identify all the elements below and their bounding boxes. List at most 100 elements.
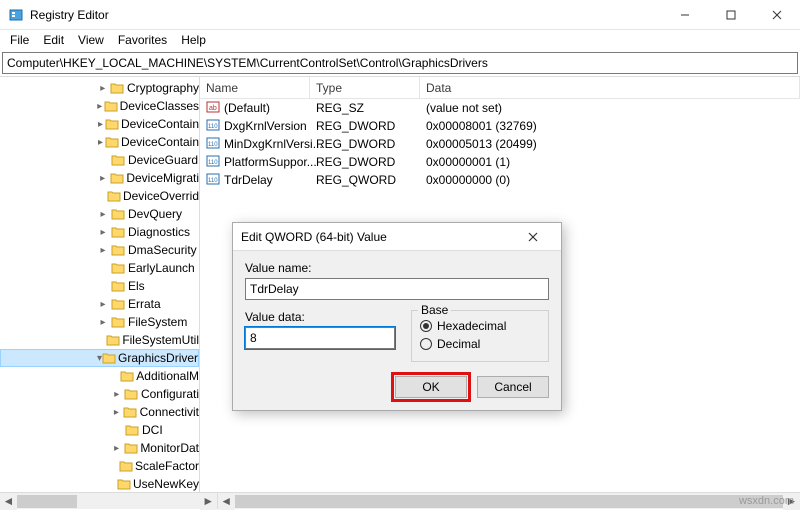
- value-row[interactable]: 110TdrDelayREG_QWORD0x00000000 (0): [200, 171, 800, 189]
- dialog-close-button[interactable]: [513, 223, 553, 251]
- expander-icon[interactable]: ▸: [96, 299, 110, 310]
- radio-hexadecimal[interactable]: Hexadecimal: [420, 317, 540, 335]
- folder-icon: [119, 459, 133, 473]
- tree-item[interactable]: ▸FileSystem: [0, 313, 199, 331]
- tree-item[interactable]: ScaleFactor: [0, 457, 199, 475]
- value-name: (Default): [224, 101, 270, 115]
- expander-icon[interactable]: ▸: [96, 209, 110, 220]
- menu-help[interactable]: Help: [175, 31, 212, 49]
- minimize-button[interactable]: [662, 0, 708, 30]
- expander-icon[interactable]: ▸: [96, 101, 104, 112]
- value-icon: 110: [206, 154, 220, 171]
- scroll-left-arrow-2[interactable]: ◄: [218, 493, 235, 510]
- ok-button[interactable]: OK: [395, 376, 467, 398]
- value-data: 0x00008001 (32769): [420, 119, 800, 133]
- value-row[interactable]: 110MinDxgKrnlVersi...REG_DWORD0x00005013…: [200, 135, 800, 153]
- radio-decimal[interactable]: Decimal: [420, 335, 540, 353]
- tree-item[interactable]: ▸ Errata: [0, 295, 199, 313]
- value-type: REG_QWORD: [310, 173, 420, 187]
- folder-icon: [110, 315, 126, 329]
- menu-favorites[interactable]: Favorites: [112, 31, 173, 49]
- scroll-right-arrow[interactable]: ►: [200, 493, 217, 510]
- tree-item-label: DeviceClasses: [120, 99, 199, 113]
- tree-item-label: ScaleFactor: [135, 459, 199, 473]
- tree-item-label: Diagnostics: [128, 225, 190, 239]
- tree-item[interactable]: AdditionalM: [0, 367, 199, 385]
- value-row[interactable]: ab(Default)REG_SZ(value not set): [200, 99, 800, 117]
- tree-pane[interactable]: ▸Cryptography▸DeviceClasses▸DeviceContai…: [0, 77, 200, 492]
- value-data: 0x00005013 (20499): [420, 137, 800, 151]
- expander-icon[interactable]: ▸: [110, 443, 123, 454]
- expander-icon[interactable]: ▸: [96, 137, 105, 148]
- radio-icon: [420, 320, 432, 332]
- tree-item-label: DeviceContain: [121, 135, 199, 149]
- tree-item[interactable]: FileSystemUtil: [0, 331, 199, 349]
- maximize-button[interactable]: [708, 0, 754, 30]
- tree-item[interactable]: ▸ Diagnostics: [0, 223, 199, 241]
- svg-text:ab: ab: [209, 105, 217, 112]
- expander-icon[interactable]: ▸: [96, 83, 110, 94]
- tree-item[interactable]: ▸ DeviceContain: [0, 133, 199, 151]
- address-bar[interactable]: Computer\HKEY_LOCAL_MACHINE\SYSTEM\Curre…: [2, 52, 798, 74]
- tree-item-label: DeviceOverrid: [123, 189, 199, 203]
- tree-item-label: Configurati: [141, 387, 199, 401]
- expander-icon[interactable]: ▸: [96, 317, 110, 328]
- tree-item[interactable]: ▸ MonitorDat: [0, 439, 199, 457]
- expander-icon[interactable]: ▸: [110, 407, 123, 418]
- cancel-button[interactable]: Cancel: [477, 376, 549, 398]
- horizontal-scrollbar[interactable]: ◄ ► ◄ ►: [0, 492, 800, 509]
- folder-icon: [110, 81, 125, 95]
- window-title: Registry Editor: [30, 8, 662, 22]
- folder-icon: [109, 171, 124, 185]
- app-icon: [8, 7, 24, 23]
- tree-item-label: Els: [128, 279, 145, 293]
- col-type-header[interactable]: Type: [310, 77, 420, 98]
- tree-item[interactable]: UseNewKey: [0, 475, 199, 492]
- tree-item[interactable]: ▾GraphicsDriver: [0, 349, 199, 367]
- expander-icon[interactable]: ▸: [96, 227, 110, 238]
- tree-item-label: Errata: [128, 297, 161, 311]
- tree-item-label: DevQuery: [128, 207, 182, 221]
- tree-item-label: FileSystemUtil: [122, 333, 199, 347]
- value-row[interactable]: 110DxgKrnlVersionREG_DWORD0x00008001 (32…: [200, 117, 800, 135]
- tree-item-label: AdditionalM: [136, 369, 199, 383]
- tree-item[interactable]: ▸ Configurati: [0, 385, 199, 403]
- tree-item-label: EarlyLaunch: [128, 261, 195, 275]
- value-row[interactable]: 110PlatformSuppor...REG_DWORD0x00000001 …: [200, 153, 800, 171]
- tree-item[interactable]: ▸ Connectivit: [0, 403, 199, 421]
- menu-edit[interactable]: Edit: [37, 31, 70, 49]
- menu-view[interactable]: View: [72, 31, 110, 49]
- tree-item-label: Cryptography: [127, 81, 199, 95]
- tree-item[interactable]: EarlyLaunch: [0, 259, 199, 277]
- tree-item[interactable]: ▸DeviceMigrati: [0, 169, 199, 187]
- tree-item[interactable]: DeviceGuard: [0, 151, 199, 169]
- value-name: MinDxgKrnlVersi...: [224, 137, 323, 151]
- tree-item-label: Connectivit: [140, 405, 199, 419]
- value-name-input[interactable]: [245, 278, 549, 300]
- value-icon: 110: [206, 172, 220, 189]
- value-data-input[interactable]: [245, 327, 395, 349]
- scroll-left-arrow[interactable]: ◄: [0, 493, 17, 510]
- value-name: TdrDelay: [224, 173, 273, 187]
- col-data-header[interactable]: Data: [420, 77, 800, 98]
- tree-item-label: MonitorDat: [140, 441, 199, 455]
- tree-item[interactable]: ▸ Cryptography: [0, 79, 199, 97]
- expander-icon[interactable]: ▸: [110, 389, 124, 400]
- expander-icon[interactable]: ▸: [96, 245, 110, 256]
- menubar: File Edit View Favorites Help: [0, 30, 800, 50]
- tree-item[interactable]: DCI: [0, 421, 199, 439]
- expander-icon[interactable]: ▸: [96, 173, 109, 184]
- close-button[interactable]: [754, 0, 800, 30]
- base-fieldset: Base Hexadecimal Decimal: [411, 310, 549, 362]
- tree-item[interactable]: Els: [0, 277, 199, 295]
- list-header: Name Type Data: [200, 77, 800, 99]
- tree-item[interactable]: ▸DeviceContain: [0, 115, 199, 133]
- tree-item[interactable]: ▸ DevQuery: [0, 205, 199, 223]
- svg-text:110: 110: [208, 178, 218, 184]
- tree-item[interactable]: ▸DmaSecurity: [0, 241, 199, 259]
- tree-item[interactable]: DeviceOverrid: [0, 187, 199, 205]
- expander-icon[interactable]: ▸: [96, 119, 105, 130]
- menu-file[interactable]: File: [4, 31, 35, 49]
- col-name-header[interactable]: Name: [200, 77, 310, 98]
- tree-item[interactable]: ▸ DeviceClasses: [0, 97, 199, 115]
